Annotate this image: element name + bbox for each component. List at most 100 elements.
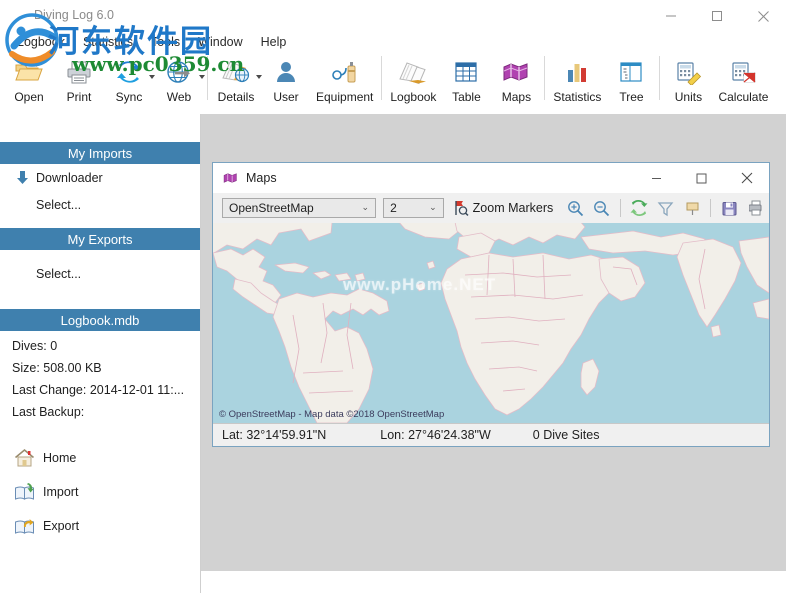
- close-button[interactable]: [740, 0, 786, 32]
- close-icon: [757, 10, 770, 23]
- maximize-button[interactable]: [694, 0, 740, 32]
- database-dives: Dives: 0: [12, 335, 200, 357]
- maps-maximize-button[interactable]: [679, 163, 724, 193]
- map-zoom-select[interactable]: 2 ⌄: [383, 198, 444, 218]
- sidebar-nav: Home Import: [0, 441, 200, 543]
- map-tiles: [213, 223, 769, 423]
- toolbar-separator: [381, 56, 382, 100]
- tree-view-icon: [618, 57, 644, 87]
- maps-window-title-bar: Maps: [213, 163, 769, 193]
- left-sidebar: My Imports Downloader Select... My Expor…: [0, 114, 201, 593]
- sidebar-item-export-select[interactable]: Select...: [0, 260, 200, 287]
- filter-icon: [657, 200, 674, 217]
- toolbar-button-print[interactable]: Print: [54, 54, 104, 104]
- toolbar-separator: [544, 56, 545, 100]
- zoom-out-button[interactable]: [591, 197, 613, 219]
- sidebar-label-import-select: Select...: [36, 198, 81, 212]
- main-status-bar: [201, 571, 786, 593]
- refresh-button[interactable]: [628, 197, 650, 219]
- toolbar-button-calculate[interactable]: Calculate: [713, 54, 773, 104]
- maps-toolbar-separator: [710, 199, 711, 217]
- menu-item-statistics[interactable]: Statistics: [74, 33, 142, 51]
- status-latitude: Lat: 32°14'59.91"N: [222, 428, 326, 442]
- logbook-icon: [398, 57, 428, 87]
- details-book-globe-icon: [220, 57, 252, 87]
- save-button[interactable]: [718, 197, 740, 219]
- sidebar-label-export: Export: [43, 519, 79, 533]
- status-dive-sites: 0 Dive Sites: [533, 428, 600, 442]
- toolbar-button-sync[interactable]: Sync: [104, 54, 154, 104]
- table-icon: [453, 57, 479, 87]
- toolbar-button-user[interactable]: User: [261, 54, 311, 104]
- maps-window-controls: [634, 163, 769, 193]
- toolbar-button-open[interactable]: Open: [4, 54, 54, 104]
- maps-close-button[interactable]: [724, 163, 769, 193]
- map-canvas[interactable]: www.pHome.NET © OpenStreetMap - Map data…: [213, 223, 769, 423]
- toolbar-label-web: Web: [167, 90, 191, 104]
- sidebar-item-import-select[interactable]: Select...: [0, 191, 200, 218]
- toolbar-label-user: User: [273, 90, 298, 104]
- sidebar-label-export-select: Select...: [36, 267, 81, 281]
- toolbar-button-equipment[interactable]: Equipment: [311, 54, 378, 104]
- open-folder-icon: [14, 57, 44, 87]
- refresh-icon: [630, 199, 648, 217]
- sidebar-item-import[interactable]: Import: [0, 475, 200, 509]
- zoom-in-icon: [567, 200, 584, 217]
- filter-button[interactable]: [654, 197, 676, 219]
- toolbar-button-table[interactable]: Table: [441, 54, 491, 104]
- menu-item-logbook[interactable]: Logbook: [8, 33, 74, 51]
- toolbar-button-statistics[interactable]: Statistics: [548, 54, 606, 104]
- minimize-button[interactable]: [648, 0, 694, 32]
- app-title: Diving Log 6.0: [34, 8, 114, 22]
- import-book-icon: [12, 481, 36, 503]
- toolbar-button-web[interactable]: Web: [154, 54, 204, 104]
- menu-item-tools[interactable]: Tools: [142, 33, 189, 51]
- marker-button[interactable]: [681, 197, 703, 219]
- toolbar-button-tree[interactable]: Tree: [606, 54, 656, 104]
- map-zoom-value: 2: [390, 201, 397, 215]
- toolbar-separator: [207, 56, 208, 100]
- database-size: Size: 508.00 KB: [12, 357, 200, 379]
- marker-icon: [684, 200, 701, 217]
- sidebar-header-database: Logbook.mdb: [0, 309, 200, 331]
- zoom-out-icon: [593, 200, 610, 217]
- web-dropdown-caret[interactable]: [199, 74, 205, 81]
- map-provider-select[interactable]: OpenStreetMap ⌄: [222, 198, 376, 218]
- maps-toolbar-separator: [620, 199, 621, 217]
- window-controls: [648, 0, 786, 32]
- print-button[interactable]: [745, 197, 767, 219]
- zoom-markers-button[interactable]: Zoom Markers: [453, 200, 554, 216]
- toolbar-label-sync: Sync: [116, 90, 143, 104]
- toolbar-button-details[interactable]: Details: [211, 54, 261, 104]
- menu-item-help[interactable]: Help: [252, 33, 296, 51]
- home-icon: [12, 447, 36, 469]
- database-last-change: Last Change: 2014-12-01 11:...: [12, 379, 200, 401]
- toolbar-button-maps[interactable]: Maps: [491, 54, 541, 104]
- menu-item-window[interactable]: Window: [189, 33, 251, 51]
- maps-status-bar: Lat: 32°14'59.91"N Lon: 27°46'24.38"W 0 …: [213, 423, 769, 445]
- sidebar-header-imports: My Imports: [0, 142, 200, 164]
- sidebar-item-downloader[interactable]: Downloader: [0, 164, 200, 191]
- zoom-markers-label: Zoom Markers: [473, 201, 554, 215]
- maps-minimize-button[interactable]: [634, 163, 679, 193]
- map-watermark: www.pHome.NET: [343, 275, 496, 295]
- toolbar-separator: [659, 56, 660, 100]
- toolbar-button-units[interactable]: Units: [663, 54, 713, 104]
- main-title-bar: Diving Log 6.0: [0, 0, 786, 32]
- maps-window: Maps OpenStreetMap ⌄ 2 ⌄: [212, 162, 770, 447]
- maps-icon: [222, 170, 238, 186]
- zoom-in-button[interactable]: [564, 197, 586, 219]
- save-icon: [721, 200, 738, 217]
- maximize-icon: [711, 10, 723, 22]
- printer-icon: [65, 57, 93, 87]
- chevron-down-icon: ⌄: [429, 202, 437, 213]
- maps-toolbar: OpenStreetMap ⌄ 2 ⌄ Zoom Markers: [213, 193, 769, 223]
- maps-window-title: Maps: [246, 171, 277, 185]
- maximize-icon: [696, 173, 707, 184]
- sidebar-item-export[interactable]: Export: [0, 509, 200, 543]
- toolbar-button-logbook[interactable]: Logbook: [385, 54, 441, 104]
- sidebar-item-home[interactable]: Home: [0, 441, 200, 475]
- toolbar-label-open: Open: [14, 90, 43, 104]
- main-toolbar: Open Print Sync: [0, 54, 786, 114]
- database-info: Dives: 0 Size: 508.00 KB Last Change: 20…: [0, 331, 200, 423]
